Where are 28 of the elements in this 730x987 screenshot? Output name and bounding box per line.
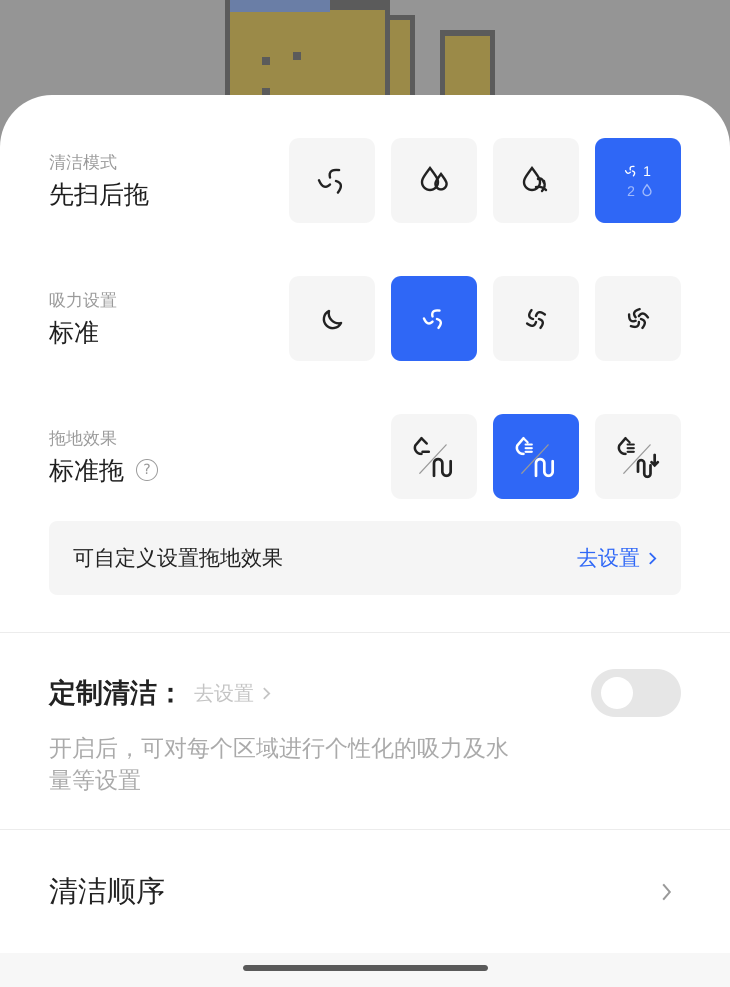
option-tile[interactable] [493,414,579,499]
option-tile[interactable] [493,138,579,223]
option-tile[interactable] [595,414,681,499]
option-tile[interactable] [493,276,579,361]
setting-caption: 清洁模式 [49,152,118,174]
setting-value: 标准 [49,316,99,348]
clean-order-row[interactable]: 清洁顺序 [0,830,730,953]
setting-value: 先扫后拖 [49,178,149,210]
option-tile[interactable] [289,276,375,361]
option-tile[interactable]: 1 2 [595,138,681,223]
option-tile[interactable] [391,414,477,499]
chevron-icon [661,882,672,902]
option-tile[interactable] [289,138,375,223]
chevron-icon [648,550,657,566]
option-tile[interactable] [391,276,477,361]
setting-value: 标准拖 [49,454,124,486]
custom-clean-description: 开启后，可对每个区域进行个性化的吸力及水量等设置 [49,735,510,796]
custom-clean-title: 定制清洁： [49,677,184,711]
toggle-switch[interactable] [591,669,681,717]
clean-order-title: 清洁顺序 [49,872,165,910]
settings-link[interactable]: 去设置 [577,544,657,572]
chevron-icon [262,686,271,700]
setting-caption: 拖地效果 [49,428,118,450]
option-tile[interactable] [391,138,477,223]
option-tile[interactable] [595,276,681,361]
banner-text: 可自定义设置拖地效果 [73,545,283,572]
setting-caption: 吸力设置 [49,290,117,312]
help-icon[interactable]: ? [136,459,158,481]
